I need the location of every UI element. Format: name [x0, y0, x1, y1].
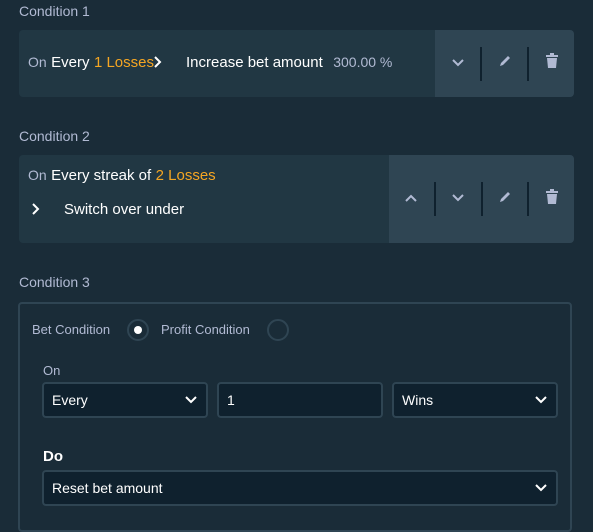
- bet-condition-label: Bet Condition: [32, 322, 111, 337]
- chevron-down-icon: [534, 393, 548, 410]
- pencil-icon: [498, 190, 512, 209]
- on-count-input[interactable]: 1: [217, 382, 383, 418]
- condition-1-on: On: [28, 54, 47, 70]
- do-label: Do: [43, 448, 63, 465]
- bet-condition-radio[interactable]: [127, 319, 149, 341]
- chevron-right-icon: [153, 55, 163, 74]
- pencil-icon: [498, 54, 512, 73]
- condition-1-action-value: 300.00 %: [333, 54, 393, 70]
- on-result-value: Wins: [402, 392, 434, 408]
- profit-condition-radio[interactable]: [267, 319, 289, 341]
- do-action-select[interactable]: Reset bet amount: [42, 470, 558, 506]
- condition-2-label: Condition 2: [19, 128, 90, 144]
- condition-1-action: Increase bet amount: [186, 54, 323, 71]
- trash-icon: [545, 188, 559, 210]
- chevron-down-icon: [184, 393, 198, 410]
- on-label: On: [43, 363, 61, 378]
- condition-1-count: 1 Losses: [93, 54, 154, 71]
- condition-2-card: On Every streak of 2 Losses Switch over …: [19, 155, 574, 243]
- on-result-select[interactable]: Wins: [392, 382, 558, 418]
- do-action-value: Reset bet amount: [52, 480, 163, 496]
- condition-2-edit-button[interactable]: [483, 155, 528, 243]
- condition-1-every: Every: [51, 54, 90, 71]
- condition-2-action: Switch over under: [64, 201, 185, 218]
- condition-3-label: Condition 3: [19, 274, 90, 290]
- condition-2-move-up-button[interactable]: [389, 155, 434, 243]
- condition-1-card: On Every 1 Losses Increase bet amount 30…: [19, 30, 574, 97]
- radio-selected-dot: [134, 326, 142, 334]
- chevron-down-icon: [451, 55, 465, 73]
- condition-2-delete-button[interactable]: [529, 155, 574, 243]
- condition-1-expand-button[interactable]: [435, 30, 480, 97]
- condition-2-count: 2 Losses: [155, 167, 216, 184]
- trash-icon: [545, 53, 559, 74]
- chevron-right-icon: [31, 202, 41, 221]
- chevron-down-icon: [451, 190, 465, 208]
- condition-2-expand-button[interactable]: [436, 155, 481, 243]
- condition-2-every: Every streak of: [51, 167, 152, 184]
- on-type-select[interactable]: Every: [42, 382, 208, 418]
- condition-1-delete-button[interactable]: [529, 30, 574, 97]
- on-type-value: Every: [52, 392, 88, 408]
- chevron-up-icon: [404, 190, 418, 208]
- condition-1-label: Condition 1: [19, 3, 90, 19]
- on-count-value: 1: [227, 392, 235, 408]
- profit-condition-label: Profit Condition: [161, 322, 250, 337]
- chevron-down-icon: [534, 481, 548, 498]
- condition-2-on: On: [28, 167, 47, 183]
- condition-1-edit-button[interactable]: [482, 30, 527, 97]
